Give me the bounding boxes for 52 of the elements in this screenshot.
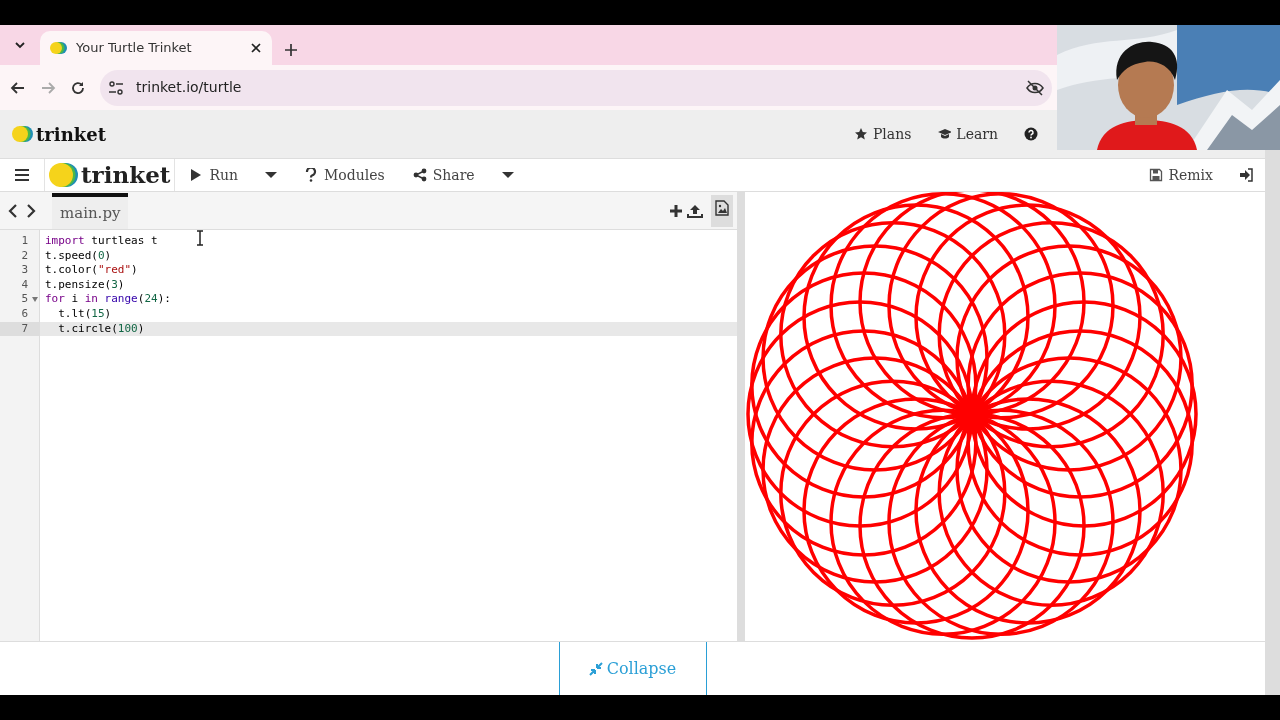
reload-icon[interactable] [70,79,86,96]
brand-name[interactable]: trinket [81,157,171,193]
star-icon [853,127,868,141]
code-line: for i in range(24): [44,292,171,307]
code-line: t.speed(0) [44,248,112,264]
save-icon [1148,168,1163,182]
line-number: 4 [20,277,29,293]
code-line: t.color("red") [44,263,138,278]
new-tab-icon[interactable] [284,43,298,57]
logo-icon [49,163,79,187]
code-line: t.pensize(3) [44,277,125,293]
upload-icon[interactable] [687,203,703,218]
compress-icon [588,661,603,676]
toolbar-button[interactable]: Modules [290,159,399,191]
site-settings-icon[interactable] [108,79,124,96]
nav-link[interactable]: Learn [937,123,998,145]
logo-icon [50,42,68,54]
toolbar-button[interactable]: Run [175,159,252,191]
line-number: 3 [20,263,29,278]
menu-icon[interactable] [14,168,30,182]
tab-title: Your Turtle Trinket [76,39,193,58]
line-number: 2 [20,248,29,264]
line-number: 6 [20,306,29,322]
browser-tab[interactable]: Your Turtle Trinket [40,31,272,65]
line-number: 1 [20,234,29,249]
eye-slash-icon[interactable] [1026,79,1044,96]
tab-list-button[interactable] [14,39,26,51]
code-line: t.lt(15) [57,306,112,322]
line-number: 5 [0,292,40,307]
plus-icon[interactable] [669,203,683,218]
file-tab[interactable]: main.py [52,193,129,229]
toolbar-button[interactable]: Remix [1134,159,1227,191]
image-icon[interactable] [715,199,729,216]
help-icon[interactable] [1024,127,1038,141]
scrollbar[interactable] [1265,150,1280,695]
text-cursor-icon [196,230,204,246]
share-icon [412,168,427,182]
toolbar-button[interactable]: Share [398,159,489,191]
question-mark-icon [304,168,318,182]
logo-icon [12,126,34,142]
code-line: t.circle(100) [57,321,145,337]
address-bar[interactable]: trinket.io/turtle [100,69,1052,106]
nav-link[interactable]: Plans [853,123,912,145]
chevron-left-icon[interactable] [8,203,18,218]
sign-in-icon[interactable] [1239,168,1253,182]
chevron-right-icon[interactable] [26,203,36,218]
close-icon[interactable] [250,42,262,54]
url-text: trinket.io/turtle [136,78,243,97]
back-icon[interactable] [10,79,26,96]
graduation-cap-icon [937,127,952,141]
brand-name[interactable]: trinket [36,120,106,148]
code-line: import turtleas t [44,234,158,249]
